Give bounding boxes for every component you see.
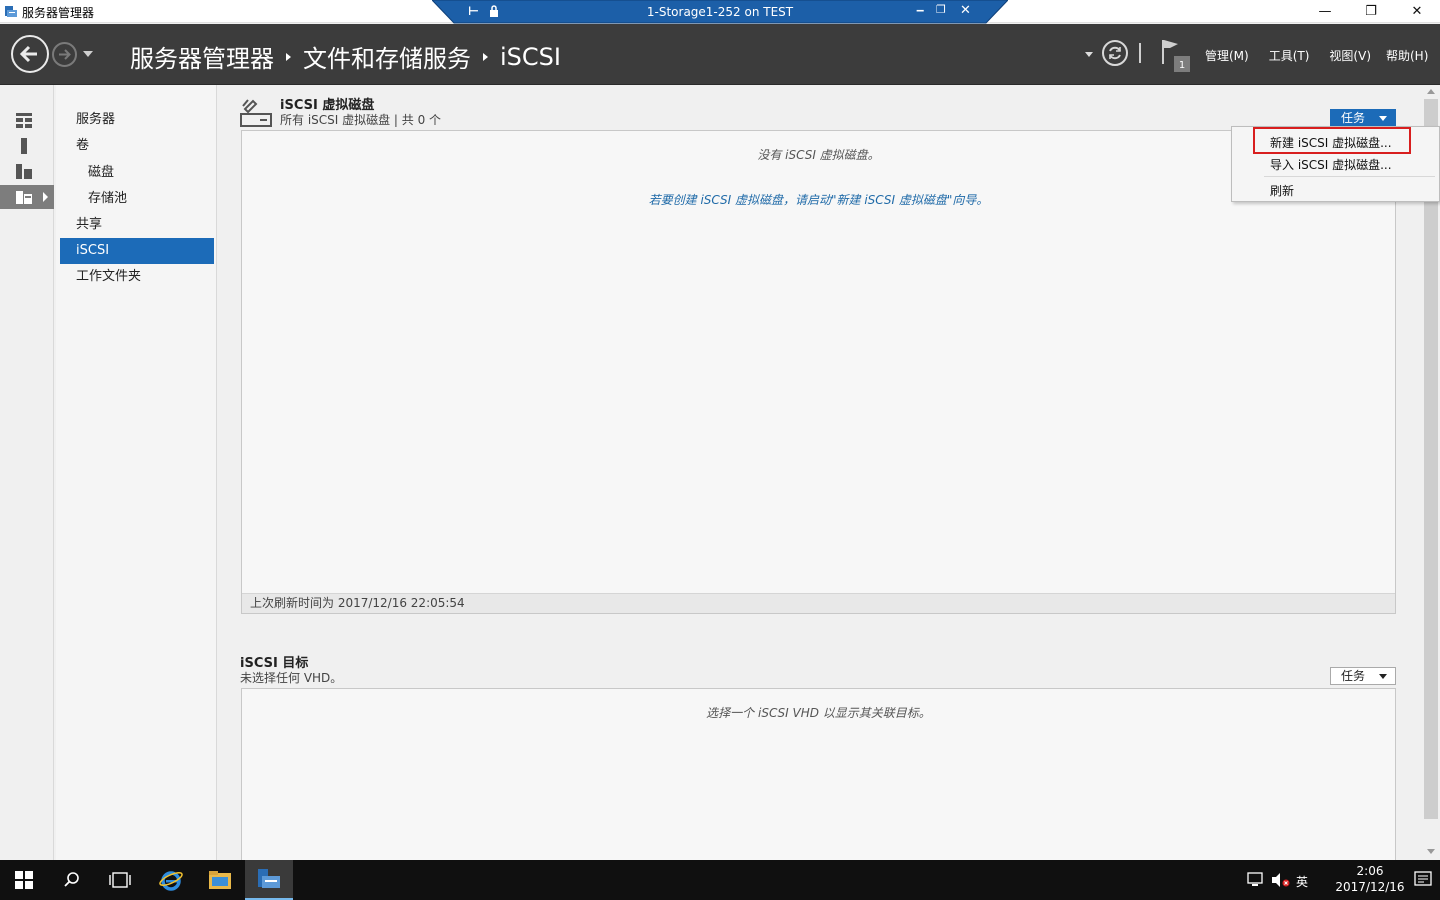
subnav-item-storage-pools[interactable]: 存储池 <box>60 186 214 212</box>
last-refresh-status: 上次刷新时间为 2017/12/16 22:05:54 <box>242 593 1395 613</box>
subnav: 服务器 卷 磁盘 存储池 共享 iSCSI 工作文件夹 <box>56 85 217 860</box>
clock-date: 2017/12/16 <box>1335 880 1405 894</box>
system-clock[interactable]: 2:06 2017/12/16 <box>1330 863 1410 895</box>
expand-arrow-icon <box>43 192 48 202</box>
targets-section-subtitle: 未选择任何 VHD。 <box>240 671 343 685</box>
vdisk-section-subtitle: 所有 iSCSI 虚拟磁盘 | 共 0 个 <box>280 113 442 127</box>
subnav-item-disks[interactable]: 磁盘 <box>60 160 214 186</box>
menu-help[interactable]: 帮助(H) <box>1386 47 1428 64</box>
caret-down-icon <box>1379 116 1387 121</box>
breadcrumb-item[interactable]: 文件和存储服务 <box>303 39 471 74</box>
subnav-item-shares[interactable]: 共享 <box>60 212 214 238</box>
taskbar: 英 2:06 2017/12/16 <box>0 860 1440 900</box>
history-dropdown-icon[interactable] <box>83 51 93 57</box>
clock-time: 2:06 <box>1356 864 1384 878</box>
close-button[interactable]: ✕ <box>1394 0 1440 23</box>
refresh-dropdown-icon[interactable] <box>1085 52 1093 57</box>
server-manager-taskbar-button[interactable] <box>245 860 293 900</box>
vdisk-list-panel[interactable]: 没有 iSCSI 虚拟磁盘。 若要创建 iSCSI 虚拟磁盘，请启动"新建 iS… <box>241 130 1396 614</box>
app-header: 服务器管理器 文件和存储服务 iSCSI 1 管理(M) 工具(T) 视图(V)… <box>0 24 1440 85</box>
subnav-item-servers[interactable]: 服务器 <box>60 107 214 133</box>
folder-icon <box>209 871 231 889</box>
server-manager-icon <box>258 869 280 888</box>
header-divider <box>1139 43 1141 63</box>
server-manager-icon <box>5 6 17 17</box>
refresh-arrows-icon <box>1109 46 1121 60</box>
subnav-item-work-folders[interactable]: 工作文件夹 <box>60 264 214 290</box>
tasks-label: 任务 <box>1341 669 1366 683</box>
search-button[interactable] <box>48 860 96 900</box>
task-view-icon <box>109 872 131 888</box>
tasks-label: 任务 <box>1341 111 1366 125</box>
vdisk-tasks-button[interactable]: 任务 <box>1330 109 1396 127</box>
subnav-item-volumes[interactable]: 卷 <box>60 133 214 159</box>
targets-tasks-button[interactable]: 任务 <box>1330 667 1396 685</box>
menu-separator <box>1264 176 1435 177</box>
icon-rail <box>0 85 54 860</box>
rdp-restore-button[interactable]: ❐ <box>936 3 946 16</box>
flag-badge: 1 <box>1179 60 1185 71</box>
start-button[interactable] <box>0 860 48 900</box>
menu-view[interactable]: 视图(V) <box>1329 47 1371 64</box>
targets-list-panel[interactable]: 选择一个 iSCSI VHD 以显示其关联目标。 <box>241 688 1396 860</box>
breadcrumb-separator-icon <box>286 52 291 61</box>
menu-item-import-vdisk[interactable]: 导入 iSCSI 虚拟磁盘... <box>1270 156 1392 173</box>
window-title: 服务器管理器 <box>22 6 95 20</box>
rdp-connection-bar: ⊢ 1-Storage1-252 on TEST ‒ ❐ ✕ <box>432 0 1008 24</box>
notifications-flag-icon[interactable]: 1 <box>1160 38 1192 74</box>
all-servers-icon[interactable] <box>15 162 33 180</box>
dashboard-icon[interactable] <box>15 111 33 129</box>
search-icon <box>64 872 79 887</box>
file-storage-icon <box>16 191 32 204</box>
local-server-icon[interactable] <box>15 137 33 155</box>
rdp-close-button[interactable]: ✕ <box>960 3 971 18</box>
scroll-down-icon[interactable] <box>1427 849 1435 854</box>
arrow-right-icon <box>59 49 71 60</box>
menu-manage[interactable]: 管理(M) <box>1205 47 1249 64</box>
menu-item-refresh[interactable]: 刷新 <box>1270 182 1294 199</box>
volume-muted-icon[interactable] <box>1271 872 1291 888</box>
breadcrumb-separator-icon <box>483 52 488 61</box>
windows-logo-icon <box>15 871 33 889</box>
scroll-thumb[interactable] <box>1424 99 1438 819</box>
vdisk-empty-message: 没有 iSCSI 虚拟磁盘。 <box>757 148 880 162</box>
breadcrumb: 服务器管理器 文件和存储服务 iSCSI <box>130 39 561 74</box>
action-center-icon[interactable] <box>1414 870 1432 890</box>
menu-tools[interactable]: 工具(T) <box>1269 47 1310 64</box>
virtual-disk-icon <box>240 99 272 127</box>
ie-button[interactable] <box>147 860 195 900</box>
tasks-dropdown-menu: 新建 iSCSI 虚拟磁盘... 导入 iSCSI 虚拟磁盘... 刷新 <box>1231 126 1440 202</box>
breadcrumb-item[interactable]: 服务器管理器 <box>130 39 274 74</box>
explorer-button[interactable] <box>196 860 244 900</box>
scroll-up-icon[interactable] <box>1427 89 1435 94</box>
subnav-item-iscsi[interactable]: iSCSI <box>60 238 214 264</box>
forward-button[interactable] <box>52 42 77 67</box>
window-controls: — ❐ ✕ <box>1302 0 1440 23</box>
menu-item-new-vdisk[interactable]: 新建 iSCSI 虚拟磁盘... <box>1270 134 1392 151</box>
back-button[interactable] <box>11 35 49 73</box>
internet-explorer-icon <box>159 871 183 891</box>
network-icon[interactable] <box>1247 872 1265 888</box>
task-view-button[interactable] <box>96 860 144 900</box>
refresh-icon[interactable] <box>1102 40 1128 66</box>
header-menu-bar: 管理(M) 工具(T) 视图(V) 帮助(H) <box>1205 47 1440 64</box>
ime-indicator[interactable]: 英 <box>1296 873 1308 890</box>
new-vdisk-wizard-link[interactable]: 若要创建 iSCSI 虚拟磁盘，请启动"新建 iSCSI 虚拟磁盘"向导。 <box>242 191 1395 208</box>
targets-empty-message: 选择一个 iSCSI VHD 以显示其关联目标。 <box>706 706 931 720</box>
minimize-button[interactable]: — <box>1302 0 1348 23</box>
breadcrumb-item: iSCSI <box>500 42 561 71</box>
arrow-left-icon <box>19 45 37 63</box>
caret-down-icon <box>1379 674 1387 679</box>
maximize-button[interactable]: ❐ <box>1348 0 1394 23</box>
rdp-minimize-button[interactable]: ‒ <box>916 3 924 17</box>
